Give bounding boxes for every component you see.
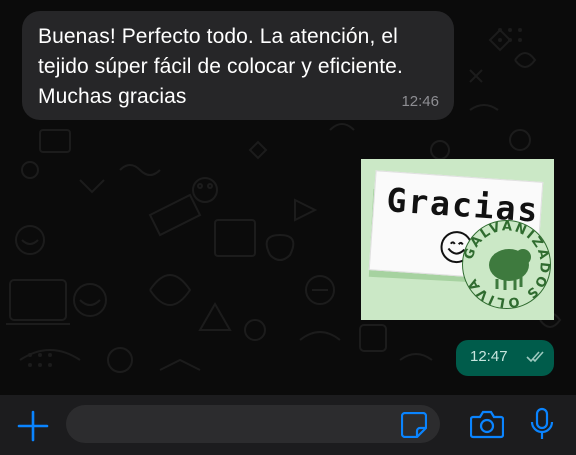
plus-icon[interactable] [16, 409, 50, 443]
message-composer [0, 395, 576, 455]
microphone-icon[interactable] [530, 407, 554, 441]
incoming-message-time: 12:46 [401, 93, 439, 110]
outgoing-message-time: 12:47 [470, 348, 508, 365]
camera-icon[interactable] [470, 409, 504, 439]
message-input[interactable] [66, 405, 440, 443]
chat-area[interactable]: Buenas! Perfecto todo. La atención, el t… [0, 0, 576, 395]
double-check-icon [526, 351, 544, 363]
outgoing-message-bubble[interactable]: 12:47 [456, 340, 554, 376]
sticker-message[interactable]: Gracias GALVANIZADOS OLIVA [361, 159, 554, 320]
incoming-message-bubble[interactable]: Buenas! Perfecto todo. La atención, el t… [22, 11, 454, 120]
sticker-icon[interactable] [401, 412, 427, 438]
incoming-message-text: Buenas! Perfecto todo. La atención, el t… [38, 25, 403, 108]
galvanizados-oliva-logo: GALVANIZADOS OLIVA [462, 219, 551, 310]
